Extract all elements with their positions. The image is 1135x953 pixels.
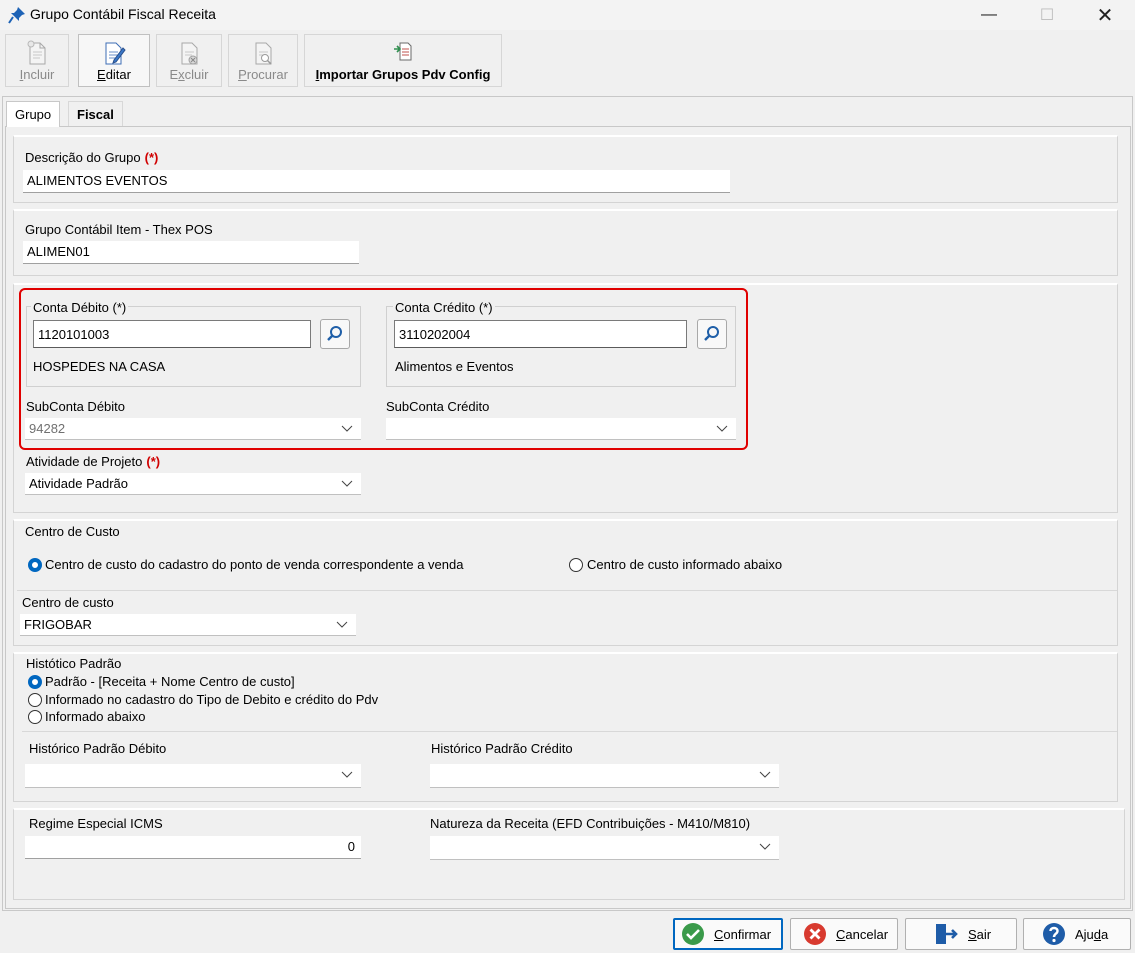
grupo-item-input[interactable]: ALIMEN01	[23, 241, 359, 264]
chevron-down-icon	[716, 425, 728, 432]
maximize-button[interactable]: ☐	[1024, 0, 1070, 30]
excluir-button[interactable]: Excluir	[156, 34, 222, 87]
close-icon: ✕	[1096, 4, 1114, 27]
help-icon	[1043, 923, 1065, 945]
centro-custo-option1-label[interactable]: Centro de custo do cadastro do ponto de …	[45, 557, 463, 572]
regime-input[interactable]: 0	[25, 836, 361, 859]
search-icon	[327, 326, 342, 341]
incluir-button[interactable]: Incluir	[5, 34, 69, 87]
close-button[interactable]: ✕	[1082, 0, 1128, 30]
historico-debito-label: Histórico Padrão Débito	[29, 741, 167, 756]
natureza-label: Natureza da Receita (EFD Contribuições -…	[430, 816, 751, 831]
subconta-debito-select[interactable]: 94282	[25, 418, 361, 440]
minimize-button[interactable]: —	[966, 0, 1012, 30]
conta-debito-description: HOSPEDES NA CASA	[33, 359, 166, 374]
check-icon	[682, 923, 704, 945]
historico-option3-label[interactable]: Informado abaixo	[45, 709, 145, 724]
search-document-icon	[255, 42, 272, 65]
chevron-down-icon	[759, 843, 771, 850]
centro-custo-option1-radio[interactable]	[28, 558, 42, 572]
pushpin-icon	[8, 7, 25, 24]
descricao-input[interactable]: ALIMENTOS EVENTOS	[23, 170, 730, 193]
natureza-select[interactable]	[430, 836, 779, 860]
subconta-credito-label: SubConta Crédito	[386, 399, 490, 414]
chevron-down-icon	[759, 771, 771, 778]
tab-grupo[interactable]: Grupo	[6, 101, 61, 127]
tab-fiscal[interactable]: Fiscal	[68, 101, 123, 126]
confirmar-button[interactable]: Confirmar	[673, 918, 783, 950]
conta-debito-input[interactable]: 1120101003	[33, 320, 311, 348]
grupo-item-label: Grupo Contábil Item - Thex POS	[25, 222, 213, 237]
conta-debito-search-button[interactable]	[320, 319, 350, 349]
import-icon	[394, 42, 412, 61]
ajuda-button[interactable]: Ajuda	[1023, 918, 1131, 950]
atividade-label: Atividade de Projeto (*)	[26, 454, 161, 469]
centro-custo-select[interactable]: FRIGOBAR	[20, 614, 356, 636]
historico-credito-select[interactable]	[430, 764, 779, 788]
cancel-icon	[804, 923, 826, 945]
historico-group-title: Histótico Padrão	[26, 656, 122, 671]
descricao-label: Descrição do Grupo (*)	[25, 150, 159, 165]
importar-grupos-button[interactable]: Importar Grupos Pdv Config	[304, 34, 502, 87]
new-document-icon	[27, 40, 46, 65]
regime-label: Regime Especial ICMS	[29, 816, 163, 831]
subconta-debito-label: SubConta Débito	[26, 399, 126, 414]
historico-credito-label: Histórico Padrão Crédito	[431, 741, 573, 756]
edit-document-icon	[105, 42, 126, 65]
historico-option3-radio[interactable]	[28, 710, 42, 724]
historico-option1-label[interactable]: Padrão - [Receita + Nome Centro de custo…	[45, 674, 295, 689]
conta-debito-label: Conta Débito (*)	[31, 300, 129, 315]
historico-option1-radio[interactable]	[28, 675, 42, 689]
historico-debito-select[interactable]	[25, 764, 361, 788]
chevron-down-icon	[341, 771, 353, 778]
chevron-down-icon	[341, 425, 353, 432]
delete-document-icon	[181, 42, 198, 65]
conta-credito-search-button[interactable]	[697, 319, 727, 349]
editar-button[interactable]: Editar	[78, 34, 150, 87]
minimize-icon: —	[981, 6, 997, 23]
maximize-icon: ☐	[1039, 7, 1055, 24]
conta-credito-description: Alimentos e Eventos	[395, 359, 514, 374]
centro-custo-label: Centro de custo	[22, 595, 114, 610]
cancelar-button[interactable]: Cancelar	[790, 918, 898, 950]
window-title: Grupo Contábil Fiscal Receita	[30, 6, 216, 22]
conta-credito-label: Conta Crédito (*)	[393, 300, 495, 315]
centro-custo-option2-label[interactable]: Centro de custo informado abaixo	[587, 557, 782, 572]
atividade-select[interactable]: Atividade Padrão	[25, 473, 361, 495]
chevron-down-icon	[336, 621, 348, 628]
centro-custo-group-title: Centro de Custo	[25, 524, 120, 539]
centro-custo-option2-radio[interactable]	[569, 558, 583, 572]
sair-button[interactable]: Sair	[905, 918, 1017, 950]
procurar-button[interactable]: Procurar	[228, 34, 298, 87]
chevron-down-icon	[341, 480, 353, 487]
conta-credito-input[interactable]: 3110202004	[394, 320, 687, 348]
exit-door-icon	[936, 924, 958, 944]
historico-option2-label[interactable]: Informado no cadastro do Tipo de Debito …	[45, 692, 378, 707]
subconta-credito-select[interactable]	[386, 418, 736, 440]
search-icon	[704, 326, 719, 341]
historico-option2-radio[interactable]	[28, 693, 42, 707]
